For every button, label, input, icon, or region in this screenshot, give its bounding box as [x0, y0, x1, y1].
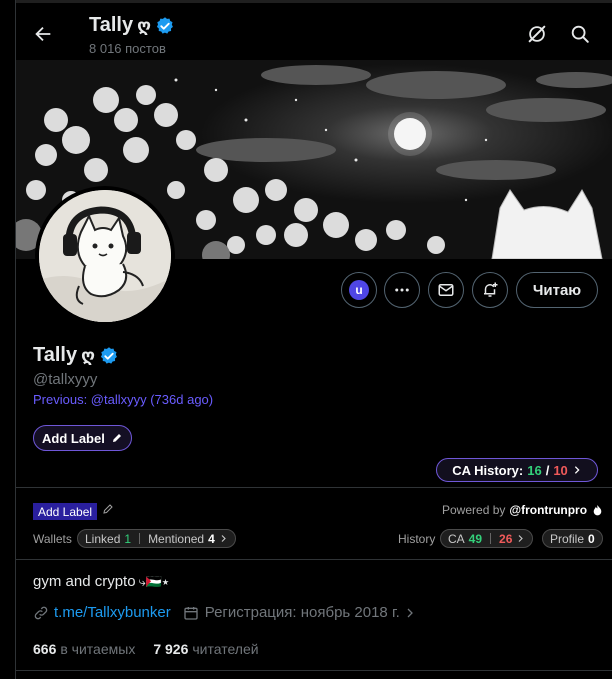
profile-display-name: Tally [33, 344, 78, 366]
calendar-icon [184, 606, 198, 620]
more-dots-icon [395, 288, 409, 292]
following-label: в читаемых [60, 641, 136, 657]
avatar-image [39, 190, 171, 322]
registration-date[interactable]: Регистрация: ноябрь 2018 г. [205, 604, 400, 621]
history-ca-good: 49 [468, 531, 483, 546]
chevron-right-icon [221, 535, 226, 542]
bio-text: gym and crypto [33, 573, 136, 590]
pill-separator [490, 533, 492, 544]
bell-plus-icon [484, 282, 498, 297]
profile-avatar[interactable] [35, 186, 175, 326]
add-label-text: Add Label [42, 430, 105, 446]
profile-meta: t.me/Tallxybunker Регистрация: ноябрь 20… [33, 604, 416, 621]
divider [16, 670, 612, 671]
header-name: Tally [89, 14, 134, 36]
back-arrow-icon[interactable] [32, 23, 54, 45]
envelope-icon [438, 284, 454, 296]
followers-count: 7 926 [153, 641, 189, 657]
powered-brand: @frontrunpro [509, 503, 588, 517]
left-rail [0, 0, 16, 679]
linked-count: 1 [124, 531, 132, 546]
ca-history-separator: / [545, 462, 550, 478]
profile-link[interactable]: t.me/Tallxybunker [54, 604, 171, 621]
pencil-outline-icon[interactable] [102, 503, 114, 515]
verified-badge-icon [156, 16, 173, 34]
header-title: Tally ღ [89, 14, 175, 37]
pencil-icon [112, 434, 121, 442]
post-count: 8 016 постов [89, 41, 166, 56]
history-label: History [398, 532, 436, 546]
add-label-button[interactable]: Add Label [33, 425, 132, 451]
mentioned-label: Mentioned [148, 531, 205, 546]
powered-by[interactable]: Powered by @frontrunpro [442, 503, 604, 517]
search-icon[interactable] [569, 23, 591, 45]
following-stat[interactable]: 666 в читаемых [33, 641, 135, 657]
profile-name: Tally ღ [33, 344, 119, 367]
header-name-symbol: ღ [137, 15, 151, 35]
link-icon [34, 606, 48, 619]
profile-handle: @tallxyyy [33, 371, 98, 388]
powered-prefix: Powered by [442, 503, 506, 517]
profile-bio: gym and crypto ⤷🇵🇸⭑ [33, 573, 169, 590]
extension-u-button[interactable]: u [341, 272, 377, 308]
more-button[interactable] [384, 272, 420, 308]
ca-history-bad: 10 [553, 462, 568, 478]
linked-label: Linked [85, 531, 121, 546]
bio-emoji: ⤷🇵🇸⭑ [138, 573, 170, 589]
history-ca-label: CA [448, 531, 465, 546]
previous-handle[interactable]: Previous: @tallxyyy (736d ago) [33, 392, 213, 407]
extension-u-letter: u [355, 283, 363, 297]
profile-header: Tally ღ 8 016 постов [16, 3, 612, 60]
add-label-tag[interactable]: Add Label [33, 503, 98, 520]
profile-column: Tally ღ 8 016 постов u Читаю Tally ღ @ta… [16, 0, 612, 679]
divider [16, 559, 612, 560]
following-button[interactable]: Читаю [516, 272, 598, 308]
followers-stat[interactable]: 7 926 читателей [153, 641, 258, 657]
extension-u-icon: u [349, 280, 369, 300]
history-ca-bad: 26 [499, 531, 513, 546]
ca-history-label: CA History: [452, 462, 524, 478]
mentioned-count: 4 [208, 531, 215, 546]
pill-separator [139, 533, 141, 544]
profile-name-symbol: ღ [81, 345, 95, 365]
chevron-right-icon[interactable] [404, 607, 416, 619]
history-ca-pill[interactable]: CA 49 26 [440, 529, 534, 548]
follow-stats: 666 в читаемых 7 926 читателей [33, 641, 259, 657]
message-button[interactable] [428, 272, 464, 308]
ca-history-good: 16 [527, 462, 542, 478]
followers-label: читателей [192, 641, 259, 657]
history-profile-label: Profile [550, 531, 585, 546]
history-profile-count: 0 [588, 531, 595, 546]
chevron-right-icon [574, 466, 580, 474]
wallets-pill[interactable]: Linked 1 Mentioned 4 [77, 529, 236, 548]
divider [16, 487, 612, 488]
notifications-button[interactable] [472, 272, 508, 308]
following-count: 666 [33, 641, 57, 657]
wallets-label: Wallets [33, 532, 72, 546]
history-profile-pill[interactable]: Profile 0 [542, 529, 603, 548]
grok-icon[interactable] [526, 23, 548, 45]
frontrun-logo-icon [593, 504, 602, 515]
chevron-right-icon [518, 535, 524, 542]
ca-history-button[interactable]: CA History: 16/10 [436, 458, 598, 482]
verified-badge-icon [100, 346, 117, 364]
